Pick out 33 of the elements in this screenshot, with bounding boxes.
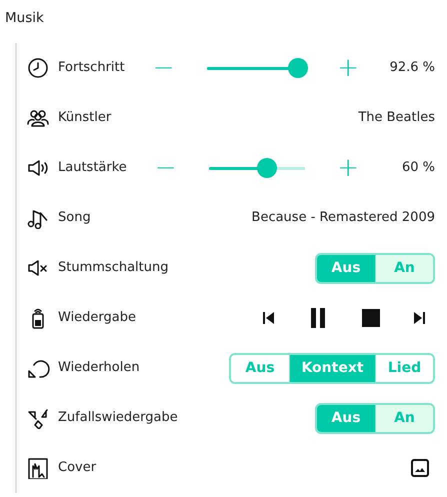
row-label: Wiederholen: [58, 359, 140, 378]
image-icon: [26, 457, 50, 479]
clock-icon: [26, 57, 50, 79]
segment-option[interactable]: Lied: [375, 354, 433, 382]
decrease-button[interactable]: −: [150, 155, 181, 181]
increase-button[interactable]: +: [333, 55, 363, 81]
section-title: Musik: [4, 9, 45, 28]
slider-reading: 92.6 %: [388, 59, 435, 78]
pause-button[interactable]: [308, 306, 328, 330]
segment-option[interactable]: Aus: [317, 404, 375, 432]
previous-button[interactable]: [263, 312, 274, 324]
increase-button[interactable]: +: [333, 155, 363, 181]
next-button[interactable]: [414, 312, 425, 324]
segment-option[interactable]: An: [375, 404, 433, 432]
row-label: Cover: [58, 459, 96, 478]
slider-reading: 60 %: [400, 159, 435, 178]
slider-thumb[interactable]: [256, 158, 277, 178]
row-label: Song: [58, 209, 91, 228]
value-text: Because - Remastered 2009: [252, 209, 435, 228]
segment-option[interactable]: An: [375, 254, 433, 282]
row-label: Stummschaltung: [58, 259, 168, 278]
image-button[interactable]: [411, 459, 429, 477]
segment-option[interactable]: Kontext: [289, 354, 375, 382]
row-label: Lautstärke: [58, 159, 127, 178]
segment-option[interactable]: Aus: [317, 254, 375, 282]
row-label: Wiedergabe: [58, 309, 136, 328]
value-text: The Beatles: [358, 109, 435, 128]
row-label: Zufallswiedergabe: [58, 409, 178, 428]
decrease-button[interactable]: −: [148, 55, 179, 81]
row-label: Fortschritt: [58, 59, 125, 78]
slider-thumb[interactable]: [288, 58, 308, 78]
row-label: Künstler: [58, 109, 112, 128]
shuffle-icon: [26, 407, 50, 429]
